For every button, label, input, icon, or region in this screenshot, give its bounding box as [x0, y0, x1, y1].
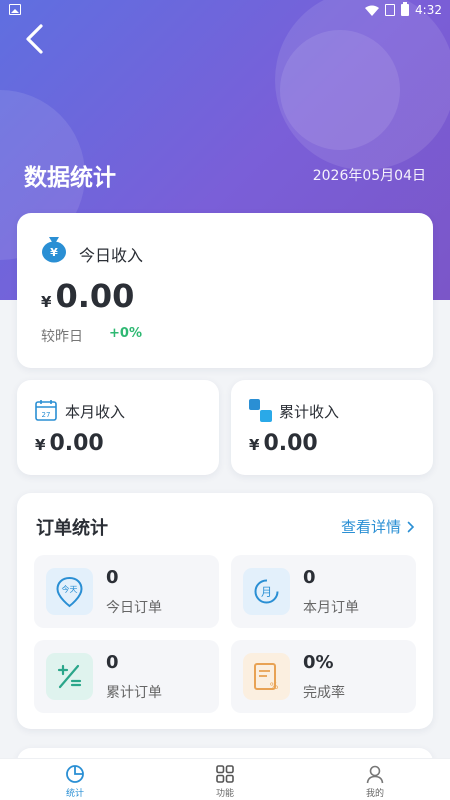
calculator-icon — [46, 653, 93, 700]
calendar-icon: 27 — [35, 400, 57, 421]
month-income-amount: ¥ 0.00 — [35, 431, 104, 456]
total-income-label: 累计收入 — [279, 403, 340, 421]
month-clock-icon: 月 — [243, 568, 290, 615]
battery-icon — [401, 2, 410, 16]
month-clock-text: 月 — [261, 586, 272, 599]
person-icon — [366, 765, 384, 784]
calendar-day: 27 — [42, 411, 51, 419]
chevron-right-icon — [407, 521, 415, 532]
stat-tile-total-orders[interactable]: 0 累计订单 — [34, 640, 219, 713]
stat-value: 0 — [106, 652, 119, 673]
stat-tile-today-orders[interactable]: 今天 0 今日订单 — [34, 555, 219, 628]
percent-document-icon: % — [243, 653, 290, 700]
nav-item-me[interactable]: 我的 — [300, 759, 450, 800]
nav-label: 统计 — [65, 789, 84, 799]
nav-label: 我的 — [365, 789, 384, 799]
today-income-label: 今日收入 — [79, 246, 144, 265]
view-details-label: 查看详情 — [340, 518, 401, 536]
order-stats-title: 订单统计 — [36, 518, 108, 539]
stat-value: 0 — [106, 567, 119, 588]
today-income-value: 0.00 — [55, 277, 135, 315]
image-notification-icon — [9, 4, 21, 15]
compare-value: +0% — [109, 326, 142, 341]
stat-label: 本月订单 — [303, 600, 359, 616]
svg-text:¥: ¥ — [50, 246, 58, 259]
currency-symbol: ¥ — [41, 293, 52, 311]
today-income-amount: ¥ 0.00 — [41, 277, 134, 315]
stat-value: 0% — [303, 652, 334, 673]
nav-item-functions[interactable]: 功能 — [150, 759, 300, 800]
page-title: 数据统计 — [24, 165, 116, 191]
nav-item-stats[interactable]: 统计 — [0, 759, 150, 800]
nav-label: 功能 — [215, 789, 234, 799]
page-date: 2026年05月04日 — [312, 168, 426, 184]
month-income-card: 27 本月收入 ¥ 0.00 — [17, 380, 219, 475]
decor-circle — [280, 30, 400, 150]
compare-label: 较昨日 — [41, 329, 83, 345]
status-bar: 4:32 — [0, 0, 450, 22]
percent-doc-text: % — [270, 682, 279, 692]
stacked-squares-icon — [249, 399, 272, 422]
chevron-left-icon — [26, 24, 43, 54]
today-pin-text: 今天 — [62, 584, 78, 594]
today-pin-icon: 今天 — [46, 568, 93, 615]
no-sim-icon — [385, 4, 396, 16]
stat-tile-month-orders[interactable]: 月 0 本月订单 — [231, 555, 416, 628]
view-details-link[interactable]: 查看详情 — [341, 516, 415, 537]
total-income-value: 0.00 — [263, 431, 318, 456]
total-income-card: 累计收入 ¥ 0.00 — [231, 380, 433, 475]
stat-label: 累计订单 — [106, 685, 162, 701]
stat-tile-completion-rate[interactable]: % 0% 完成率 — [231, 640, 416, 713]
money-bag-icon: ¥ — [42, 237, 66, 263]
stat-value: 0 — [303, 567, 316, 588]
month-income-label: 本月收入 — [65, 403, 126, 421]
month-income-value: 0.00 — [49, 431, 104, 456]
currency-symbol: ¥ — [35, 436, 46, 454]
order-stats-card: 订单统计 查看详情 今天 0 今日订单 月 0 本月订单 0 累计订单 % 0%… — [17, 493, 433, 729]
stat-label: 今日订单 — [106, 600, 162, 616]
currency-symbol: ¥ — [249, 436, 260, 454]
total-income-amount: ¥ 0.00 — [249, 431, 318, 456]
bottom-nav: 统计 功能 我的 — [0, 758, 450, 800]
stat-label: 完成率 — [303, 685, 345, 701]
grid-icon — [216, 765, 234, 783]
pie-chart-icon — [66, 765, 84, 783]
wifi-icon — [365, 5, 380, 16]
back-button[interactable] — [22, 22, 50, 56]
today-income-card: ¥ 今日收入 ¥ 0.00 较昨日 +0% — [17, 213, 433, 368]
status-time: 4:32 — [415, 3, 442, 17]
